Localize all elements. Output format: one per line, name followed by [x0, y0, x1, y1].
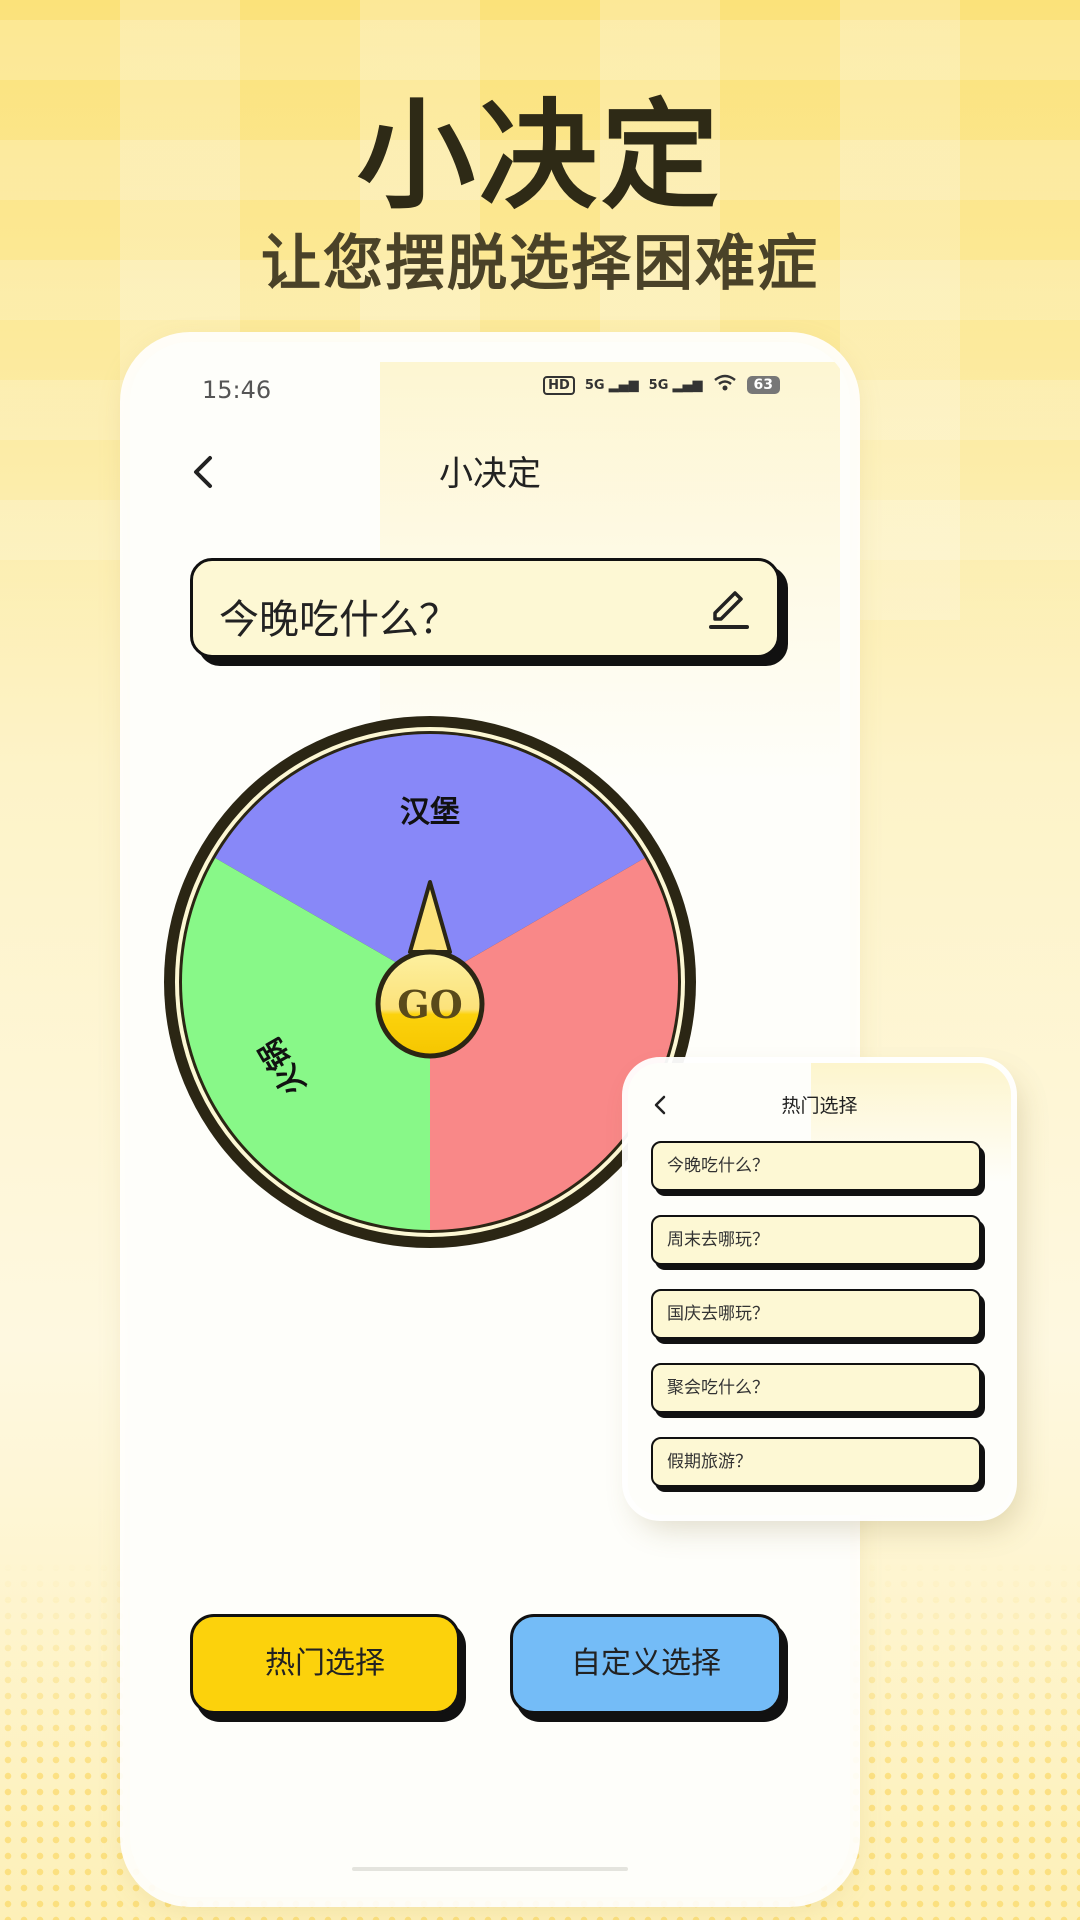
wheel-segment-label: 汉堡	[400, 795, 460, 830]
popup-title: 热门选择	[781, 1095, 858, 1117]
promo-title: 小决定	[356, 86, 723, 225]
home-indicator	[352, 1867, 628, 1871]
popup-item[interactable]: 聚会吃什么？	[651, 1363, 981, 1413]
hot-choices-card: 热门选择 今晚吃什么？ 周末去哪玩？ 国庆去哪玩？ 聚会吃什么？ 假期旅游？	[628, 1063, 1011, 1515]
page-title: 小决定	[439, 454, 541, 494]
popup-item[interactable]: 国庆去哪玩？	[651, 1289, 981, 1339]
edit-icon[interactable]	[705, 585, 753, 633]
status-time: 15:46	[202, 376, 272, 404]
wifi-icon	[713, 374, 737, 396]
hd-icon: HD	[543, 375, 575, 395]
hot-choices-button[interactable]: 热门选择	[190, 1614, 460, 1714]
battery-icon: 63	[746, 376, 780, 394]
status-icons: HD 5G ▂▄▆ 5G ▂▄▆ 63	[543, 374, 780, 396]
popup-item[interactable]: 假期旅游？	[651, 1437, 981, 1487]
signal-icon-2: 5G ▂▄▆	[648, 377, 703, 393]
go-label: GO	[397, 982, 463, 1027]
promo-subtitle: 让您摆脱选择困难症	[261, 229, 819, 299]
decision-wheel[interactable]: 汉堡火锅 GO	[160, 712, 700, 1252]
question-input[interactable]: 今晚吃什么？	[190, 558, 780, 658]
popup-item[interactable]: 周末去哪玩？	[651, 1215, 981, 1265]
question-text: 今晚吃什么？	[219, 597, 459, 643]
popup-item[interactable]: 今晚吃什么？	[651, 1141, 981, 1191]
signal-icon-1: 5G ▂▄▆	[584, 377, 639, 393]
custom-choice-button[interactable]: 自定义选择	[510, 1614, 782, 1714]
